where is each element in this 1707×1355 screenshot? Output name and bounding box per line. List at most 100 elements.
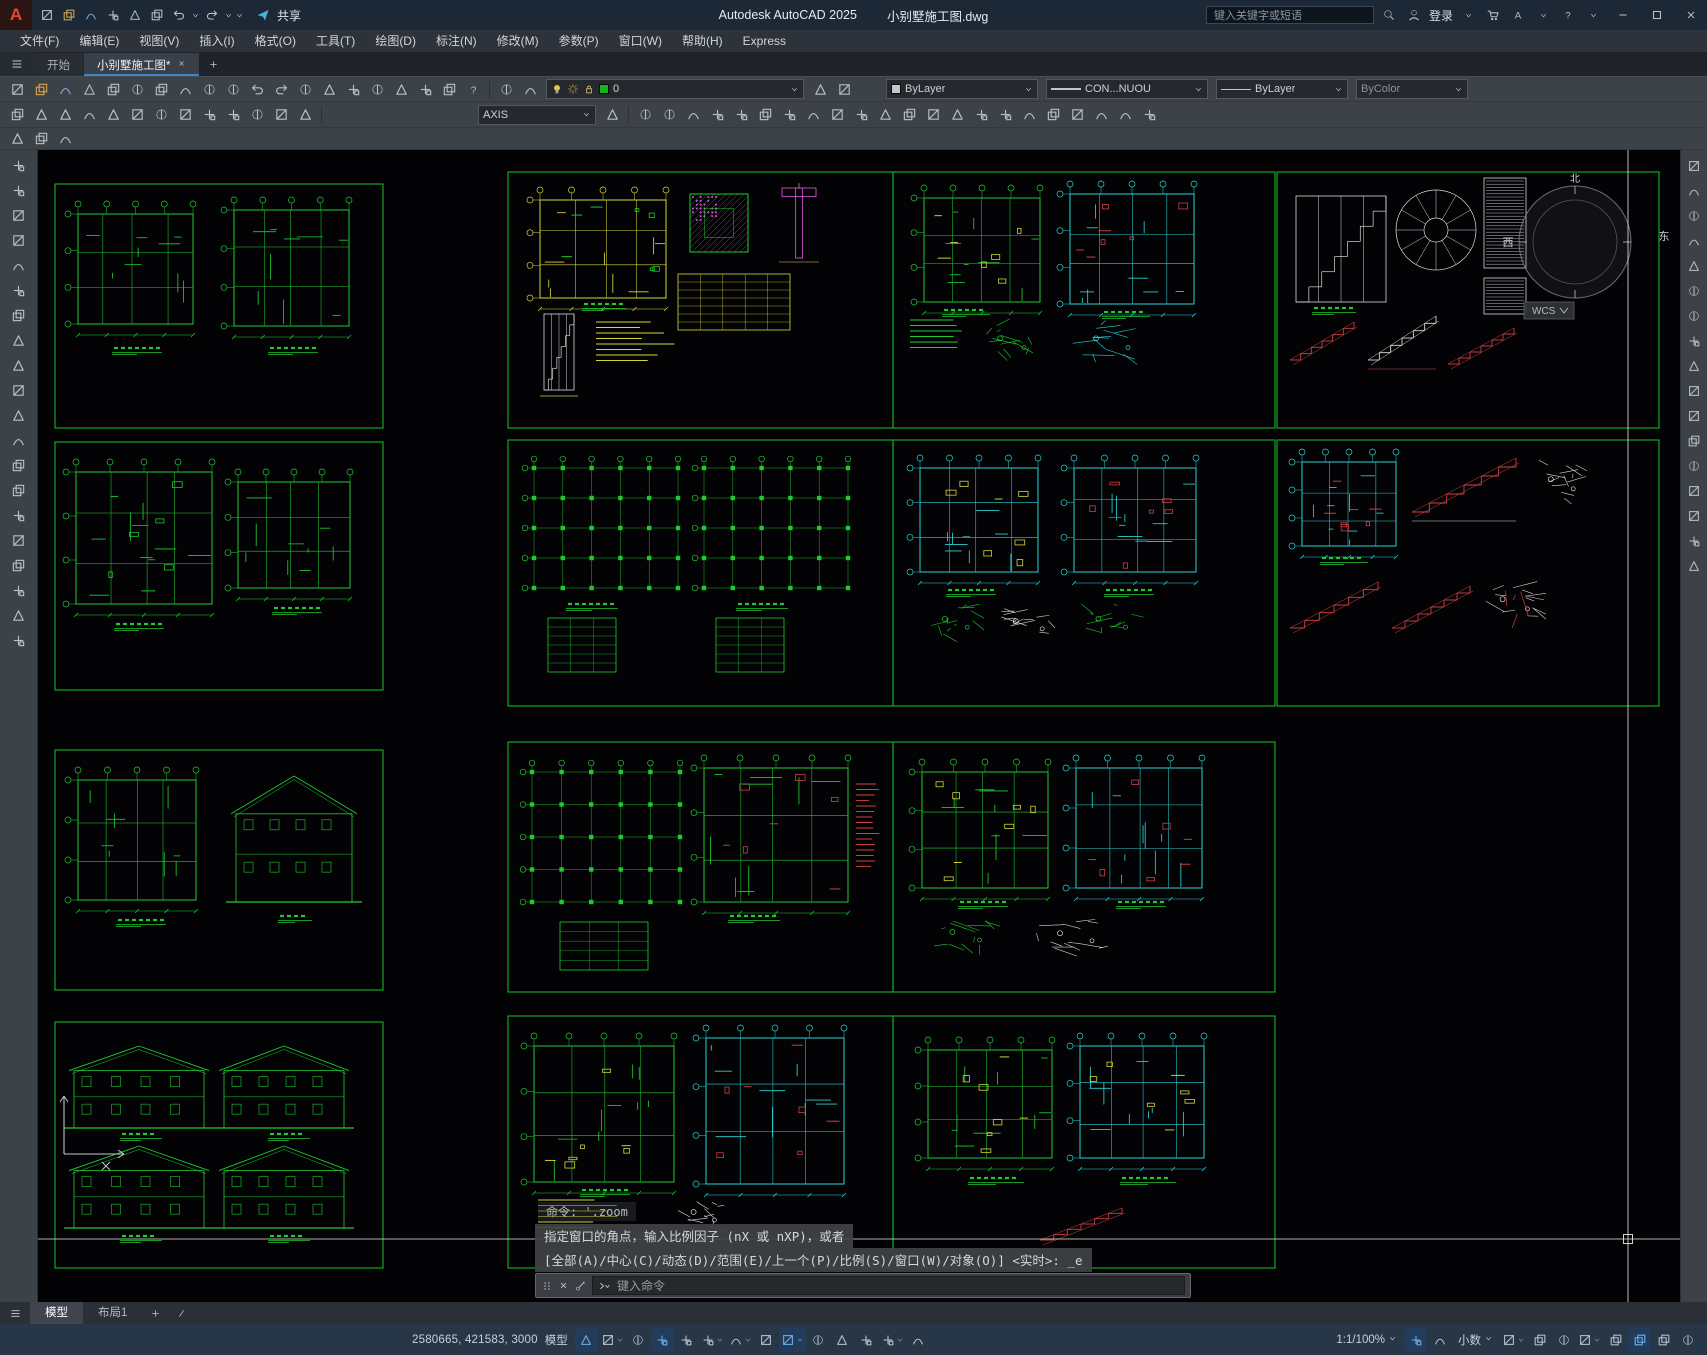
multileader-icon[interactable] xyxy=(729,104,753,126)
divide-icon[interactable] xyxy=(1017,104,1041,126)
workspace-switching-toggle[interactable] xyxy=(1500,1328,1527,1352)
dim-ordinate-icon[interactable] xyxy=(77,104,101,126)
ellipse-arc-icon[interactable] xyxy=(8,405,30,426)
draw-order-icon[interactable] xyxy=(1089,104,1113,126)
menu-browser-icon[interactable] xyxy=(0,52,34,76)
open-icon[interactable] xyxy=(58,2,80,28)
graphics-performance-toggle[interactable] xyxy=(1628,1327,1651,1352)
user-icon[interactable] xyxy=(1404,2,1424,28)
object-snap-tracking-toggle[interactable] xyxy=(755,1328,778,1352)
menu-item-2[interactable]: 编辑(E) xyxy=(69,30,129,52)
single-text-icon[interactable] xyxy=(849,104,873,126)
menu-item-10[interactable]: 参数(P) xyxy=(549,30,609,52)
rectangle-icon[interactable] xyxy=(8,255,30,276)
dim-continue-icon[interactable] xyxy=(221,104,245,126)
assistant-icon[interactable]: A xyxy=(1508,2,1528,28)
properties-icon[interactable] xyxy=(389,78,413,100)
break-icon[interactable] xyxy=(1683,455,1705,476)
break-at-point-icon[interactable] xyxy=(1683,430,1705,451)
center-mark-icon[interactable] xyxy=(633,104,657,126)
dim-angular-icon[interactable] xyxy=(149,104,173,126)
dim-style-dropdown[interactable]: AXIS xyxy=(478,104,596,125)
menu-item-6[interactable]: 工具(T) xyxy=(306,30,365,52)
circle-icon[interactable] xyxy=(8,305,30,326)
dynamic-input-toggle[interactable] xyxy=(650,1327,674,1352)
multileader-style-icon[interactable] xyxy=(825,104,849,126)
signin-button[interactable]: 登录 xyxy=(1429,7,1453,24)
insert-table-icon[interactable] xyxy=(897,104,921,126)
new-icon[interactable] xyxy=(36,2,58,28)
3d-object-snap-toggle[interactable] xyxy=(879,1328,906,1352)
search-icon[interactable] xyxy=(1379,2,1399,28)
dim-update-icon[interactable] xyxy=(705,104,729,126)
linetype-control-dropdown[interactable]: CON...NUOU xyxy=(1046,79,1208,99)
dynamic-ucs-toggle[interactable] xyxy=(907,1328,930,1352)
extend-icon[interactable] xyxy=(1683,405,1705,426)
measure-icon[interactable] xyxy=(1041,104,1065,126)
layer-previous-icon[interactable] xyxy=(808,78,832,100)
multiline-text-icon[interactable] xyxy=(8,605,30,626)
layer-walk-icon[interactable] xyxy=(518,78,542,100)
share-button[interactable]: 共享 xyxy=(253,2,301,28)
save-icon[interactable] xyxy=(53,78,77,100)
dim-space-icon[interactable] xyxy=(245,104,269,126)
explode-icon[interactable] xyxy=(1683,555,1705,576)
tab-model[interactable]: 模型 xyxy=(30,1302,83,1324)
dim-style-dialog-icon[interactable] xyxy=(600,104,624,126)
multileader-align-icon[interactable] xyxy=(777,104,801,126)
table-icon[interactable] xyxy=(8,580,30,601)
trim-icon[interactable] xyxy=(1683,380,1705,401)
layer-states-icon[interactable] xyxy=(832,78,856,100)
plot-icon[interactable] xyxy=(124,2,146,28)
dim-linear-icon[interactable] xyxy=(5,104,29,126)
menu-item-13[interactable]: Express xyxy=(733,30,796,52)
cut-icon[interactable] xyxy=(149,78,173,100)
multileader-collect-icon[interactable] xyxy=(801,104,825,126)
multiline-text-icon[interactable] xyxy=(873,104,897,126)
zoom-window-icon[interactable] xyxy=(341,78,365,100)
maximize-button[interactable] xyxy=(1642,0,1671,30)
infer-constraints-toggle[interactable] xyxy=(627,1328,650,1352)
wcs-dropdown[interactable]: WCS xyxy=(1523,301,1575,320)
point-style-icon[interactable] xyxy=(993,104,1017,126)
isometric-drafting-toggle[interactable] xyxy=(727,1328,754,1352)
help-icon[interactable]: ? xyxy=(461,78,485,100)
erase-icon[interactable] xyxy=(1683,155,1705,176)
command-tools-icon[interactable] xyxy=(574,1279,587,1292)
selection-cycling-toggle[interactable] xyxy=(855,1328,878,1352)
rotate-icon[interactable] xyxy=(1683,305,1705,326)
pan-icon[interactable] xyxy=(293,78,317,100)
menu-item-8[interactable]: 标注(N) xyxy=(426,30,487,52)
scale-icon[interactable] xyxy=(1683,330,1705,351)
tab-layout1[interactable]: 布局1 xyxy=(83,1302,142,1324)
new-tab-button[interactable] xyxy=(200,52,226,76)
quick-dim-icon[interactable] xyxy=(173,104,197,126)
construction-line-icon[interactable] xyxy=(8,180,30,201)
new-layout-button[interactable] xyxy=(142,1302,168,1324)
polar-tracking-toggle[interactable] xyxy=(699,1328,726,1352)
grid-display-toggle[interactable] xyxy=(574,1327,598,1352)
join-icon[interactable] xyxy=(1683,480,1705,501)
dim-baseline-icon[interactable] xyxy=(197,104,221,126)
copy-icon[interactable] xyxy=(1683,180,1705,201)
paste-icon[interactable] xyxy=(197,78,221,100)
tab-start[interactable]: 开始 xyxy=(34,53,83,76)
customization-toggle[interactable] xyxy=(1676,1328,1699,1352)
dim-radius-icon[interactable] xyxy=(101,104,125,126)
zoom-realtime-icon[interactable] xyxy=(317,78,341,100)
polyline-icon[interactable] xyxy=(8,205,30,226)
annotation-scale-button[interactable]: 1:1/100% xyxy=(1329,1328,1404,1352)
signin-caret-icon[interactable] xyxy=(1458,2,1478,28)
revision-cloud-icon[interactable] xyxy=(8,330,30,351)
create-block-icon[interactable] xyxy=(8,455,30,476)
help-caret-icon[interactable] xyxy=(1583,2,1603,28)
menu-item-4[interactable]: 插入(I) xyxy=(189,30,244,52)
new-icon[interactable] xyxy=(5,78,29,100)
line-icon[interactable] xyxy=(8,155,30,176)
transparency-display-toggle[interactable] xyxy=(831,1328,854,1352)
text-style-icon[interactable] xyxy=(945,104,969,126)
quick-select-icon[interactable] xyxy=(1065,104,1089,126)
layer-control-dropdown[interactable]: 0 xyxy=(546,79,804,99)
annotation-monitor-toggle[interactable] xyxy=(1528,1328,1551,1352)
tolerance-icon[interactable] xyxy=(293,104,317,126)
